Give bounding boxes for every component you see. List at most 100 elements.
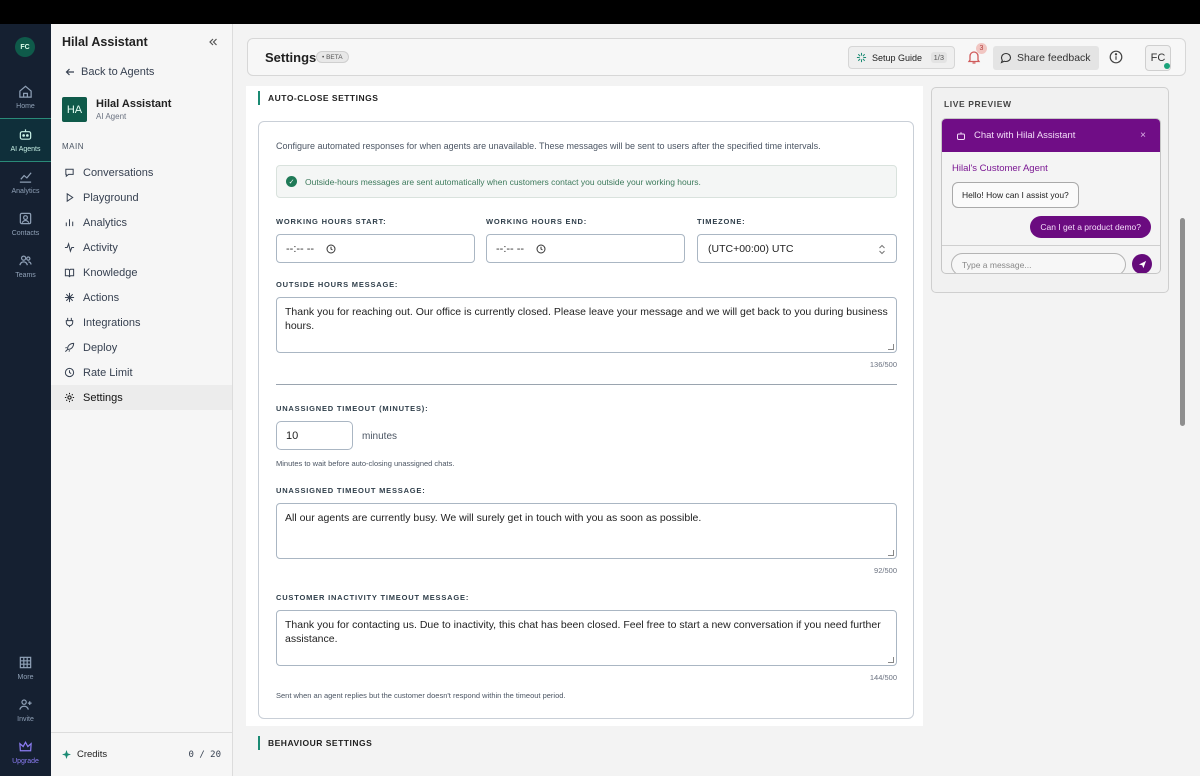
beta-badge: • BETA	[316, 51, 349, 63]
sidebar-item-rate-limit[interactable]: Rate Limit	[51, 360, 232, 385]
sidebar-item-deploy[interactable]: Deploy	[51, 335, 232, 360]
rail-label: Contacts	[11, 230, 40, 237]
sidebar-item-conversations[interactable]: Conversations	[51, 160, 232, 185]
outside-hours-char-count: 136/500	[869, 360, 897, 369]
sidebar-item-integrations[interactable]: Integrations	[51, 310, 232, 335]
rail-label: Analytics	[11, 188, 40, 195]
home-icon	[19, 85, 32, 98]
unassigned-timeout-help: Minutes to wait before auto-closing unas…	[276, 459, 455, 468]
gear-icon	[64, 392, 75, 403]
unassigned-message-input[interactable]: All our agents are currently busy. We wi…	[276, 503, 897, 559]
setup-guide-button[interactable]: Setup Guide 1/3	[848, 46, 955, 69]
rail-item-analytics[interactable]: Analytics	[0, 161, 51, 205]
working-hours-start-value: --:-- --	[286, 242, 315, 255]
working-hours-start-input[interactable]: --:-- --	[276, 234, 475, 263]
live-preview-panel: LIVE PREVIEW Chat with Hilal Assistant ×…	[931, 87, 1169, 293]
sidebar-item-actions[interactable]: Actions	[51, 285, 232, 310]
working-hours-end-input[interactable]: --:-- --	[486, 234, 685, 263]
inactivity-help: Sent when an agent replies but the custo…	[276, 691, 566, 700]
bot-message-bubble: Hello! How can I assist you?	[952, 182, 1079, 208]
outside-hours-note: ✓ Outside-hours messages are sent automa…	[276, 165, 897, 198]
resize-handle[interactable]	[888, 344, 894, 350]
collapse-sidebar-icon[interactable]	[207, 36, 219, 48]
rail-label: Invite	[17, 716, 34, 723]
outside-hours-message-input[interactable]: Thank you for reaching out. Our office i…	[276, 297, 897, 353]
rail-label: AI Agents	[10, 146, 41, 153]
live-preview-label: LIVE PREVIEW	[944, 99, 1012, 109]
chat-agent-name: Hilal's Customer Agent	[952, 163, 1048, 174]
sidebar-item-analytics[interactable]: Analytics	[51, 210, 232, 235]
send-button[interactable]	[1132, 254, 1152, 273]
rail-label: Teams	[15, 272, 36, 279]
clock-icon	[536, 244, 546, 253]
clock-icon	[64, 367, 75, 378]
rail-item-ai-agents[interactable]: AI Agents	[0, 118, 51, 162]
unassigned-timeout-unit: minutes	[362, 431, 398, 442]
page-title: Settings	[265, 50, 317, 65]
rail-item-invite[interactable]: Invite	[0, 689, 51, 733]
rail-item-contacts[interactable]: Contacts	[0, 203, 51, 247]
timezone-label: TIMEZONE:	[697, 217, 746, 226]
resize-handle[interactable]	[888, 657, 894, 663]
unassigned-timeout-input[interactable]: 10	[276, 421, 353, 450]
rail-label: More	[17, 674, 34, 681]
clock-icon	[326, 244, 336, 253]
setup-guide-label: Setup Guide	[872, 52, 923, 63]
chat-message-input[interactable]: Type a message...	[951, 253, 1126, 273]
activity-icon	[64, 242, 75, 253]
sidebar-item-label: Conversations	[83, 166, 154, 179]
invite-icon	[19, 699, 32, 710]
actions-icon	[64, 292, 75, 303]
sidebar-item-activity[interactable]: Activity	[51, 235, 232, 260]
chat-icon	[65, 168, 74, 178]
credits-bar: Credits 0 / 20	[51, 732, 232, 776]
send-icon	[1138, 260, 1146, 268]
share-feedback-button[interactable]: Share feedback	[993, 46, 1099, 70]
sidebar-item-settings[interactable]: Settings	[51, 385, 232, 410]
bot-icon	[19, 129, 32, 140]
unassigned-char-count: 92/500	[874, 566, 897, 575]
rocket-icon	[65, 342, 75, 352]
info-icon[interactable]	[1109, 50, 1123, 64]
working-hours-end-label: WORKING HOURS END:	[486, 217, 588, 226]
share-feedback-label: Share feedback	[1017, 52, 1091, 64]
working-hours-end-value: --:-- --	[496, 242, 525, 255]
sidebar-item-label: Deploy	[83, 341, 118, 354]
agent-avatar: HA	[62, 97, 87, 122]
scrollbar[interactable]	[1180, 218, 1185, 426]
inactivity-message-input[interactable]: Thank you for contacting us. Due to inac…	[276, 610, 897, 666]
inactivity-message-text: Thank you for contacting us. Due to inac…	[285, 619, 881, 645]
unassigned-timeout-label: UNASSIGNED TIMEOUT (MINUTES):	[276, 404, 429, 413]
back-to-agents-link[interactable]: Back to Agents	[65, 66, 154, 78]
bar-chart-icon	[65, 219, 74, 227]
chat-title: Chat with Hilal Assistant	[974, 130, 1076, 141]
setup-guide-progress: 1/3	[930, 52, 947, 63]
rail-item-more[interactable]: More	[0, 647, 51, 691]
workspace-avatar[interactable]: FC	[15, 37, 35, 57]
unassigned-timeout-value: 10	[286, 429, 299, 442]
settings-panel: AUTO-CLOSE SETTINGS Configure automated …	[246, 86, 923, 726]
timezone-value: (UTC+00:00) UTC	[708, 242, 794, 255]
back-to-agents-label: Back to Agents	[81, 66, 155, 78]
rail-item-home[interactable]: Home	[0, 76, 51, 120]
crown-icon	[19, 741, 32, 752]
sidebar-section-label: MAIN	[62, 142, 84, 151]
agent-card: HA Hilal Assistant AI Agent	[62, 97, 171, 122]
team-icon	[19, 255, 32, 266]
sidebar-item-playground[interactable]: Playground	[51, 185, 232, 210]
credits-label: Credits	[77, 749, 108, 760]
close-icon[interactable]: ×	[1140, 130, 1146, 141]
timezone-select[interactable]: (UTC+00:00) UTC	[697, 234, 897, 263]
rail-item-teams[interactable]: Teams	[0, 245, 51, 289]
resize-handle[interactable]	[888, 550, 894, 556]
sidebar-item-label: Integrations	[83, 316, 141, 329]
rail-item-upgrade[interactable]: Upgrade	[0, 731, 51, 775]
book-icon	[64, 268, 75, 278]
sidebar-item-knowledge[interactable]: Knowledge	[51, 260, 232, 285]
agent-role: AI Agent	[96, 112, 127, 121]
sidebar-item-label: Settings	[83, 391, 123, 404]
arrow-left-icon	[65, 68, 74, 76]
agent-name: Hilal Assistant	[96, 98, 172, 110]
unassigned-message-label: UNASSIGNED TIMEOUT MESSAGE:	[276, 486, 426, 495]
outside-hours-message-label: OUTSIDE HOURS MESSAGE:	[276, 280, 399, 289]
